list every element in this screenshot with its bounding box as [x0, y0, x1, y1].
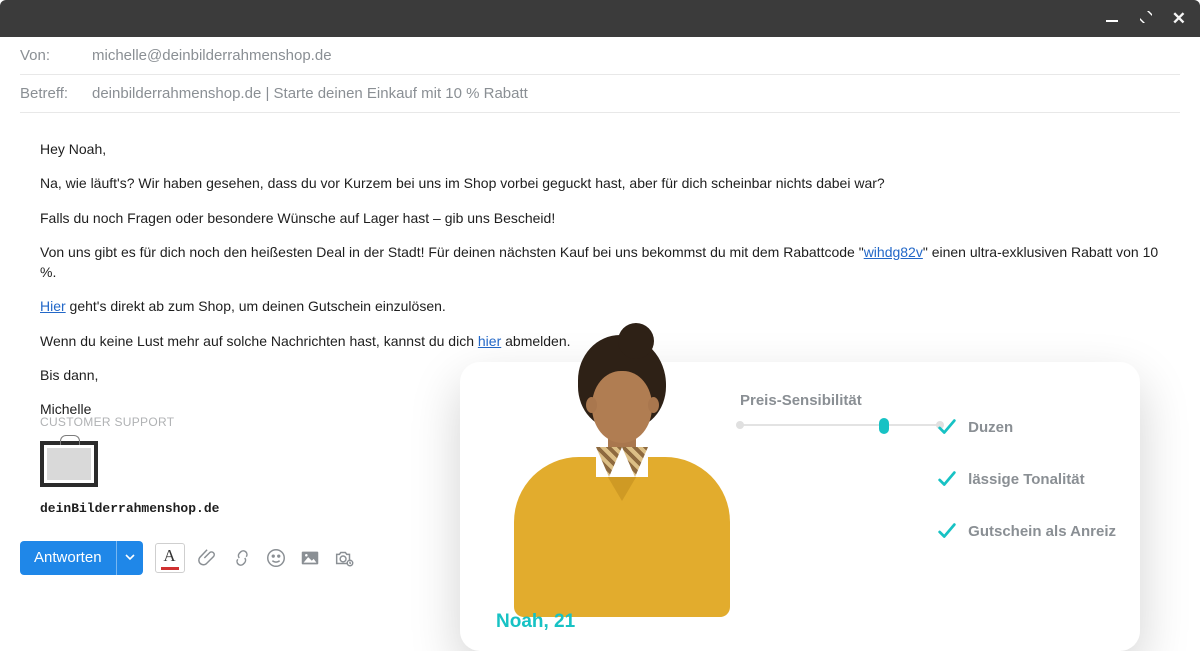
text-style-button[interactable]: A [155, 543, 185, 573]
check-icon [936, 468, 958, 490]
image-icon [299, 547, 321, 569]
close-icon[interactable]: ✕ [1172, 10, 1186, 27]
insert-link-button[interactable] [231, 547, 253, 569]
camera-clock-icon [333, 547, 355, 569]
body-p1: Na, wie läuft's? Wir haben gesehen, dass… [40, 173, 1160, 193]
email-meta: Von: michelle@deinbilderrahmenshop.de Be… [0, 37, 1200, 113]
check-icon [936, 520, 958, 542]
sensitivity-slider[interactable] [740, 419, 940, 433]
reply-dropdown[interactable] [116, 541, 143, 575]
check-tonalitaet: lässige Tonalität [936, 468, 1116, 490]
link-icon [231, 547, 253, 569]
paperclip-icon [197, 547, 219, 569]
persona-checks: Duzen lässige Tonalität Gutschein als An… [936, 416, 1116, 542]
window-titlebar: ✕ [0, 0, 1200, 37]
coupon-link[interactable]: wihdg82v [864, 244, 923, 260]
body-p2: Falls du noch Fragen oder besondere Wüns… [40, 208, 1160, 228]
body-greeting: Hey Noah, [40, 139, 1160, 159]
check-icon [936, 416, 958, 438]
letter-a-icon: A [163, 546, 175, 566]
shop-link[interactable]: Hier [40, 298, 66, 314]
slider-thumb[interactable] [879, 418, 889, 434]
maximize-icon[interactable] [1138, 9, 1154, 28]
persona-photo [500, 335, 730, 595]
insert-image-button[interactable] [299, 547, 321, 569]
check-gutschein: Gutschein als Anreiz [936, 520, 1116, 542]
emoji-button[interactable] [265, 547, 287, 569]
check-duzen: Duzen [936, 416, 1116, 438]
subject-row: Betreff: deinbilderrahmenshop.de | Start… [20, 75, 1180, 113]
schedule-button[interactable] [333, 547, 355, 569]
reply-button[interactable]: Antworten [20, 541, 143, 575]
underline-color-icon [161, 567, 179, 570]
body-p4: Hier geht's direkt ab zum Shop, um deine… [40, 296, 1160, 316]
body-p3: Von uns gibt es für dich noch den heißes… [40, 242, 1160, 283]
unsubscribe-link[interactable]: hier [478, 333, 501, 349]
subject-value: deinbilderrahmenshop.de | Starte deinen … [92, 85, 528, 102]
chevron-down-icon [125, 552, 135, 562]
smile-icon [265, 547, 287, 569]
attach-button[interactable] [197, 547, 219, 569]
sensitivity-label: Preis-Sensibilität [740, 392, 1110, 409]
persona-card: Preis-Sensibilität Duzen lässige Tonalit… [460, 362, 1140, 651]
minimize-icon[interactable] [1104, 9, 1120, 28]
subject-label: Betreff: [20, 85, 78, 102]
from-row: Von: michelle@deinbilderrahmenshop.de [20, 37, 1180, 75]
from-value: michelle@deinbilderrahmenshop.de [92, 47, 332, 64]
reply-button-label[interactable]: Antworten [20, 541, 116, 574]
from-label: Von: [20, 47, 78, 64]
persona-name: Noah, 21 [496, 611, 575, 633]
picture-frame-icon [40, 441, 100, 496]
